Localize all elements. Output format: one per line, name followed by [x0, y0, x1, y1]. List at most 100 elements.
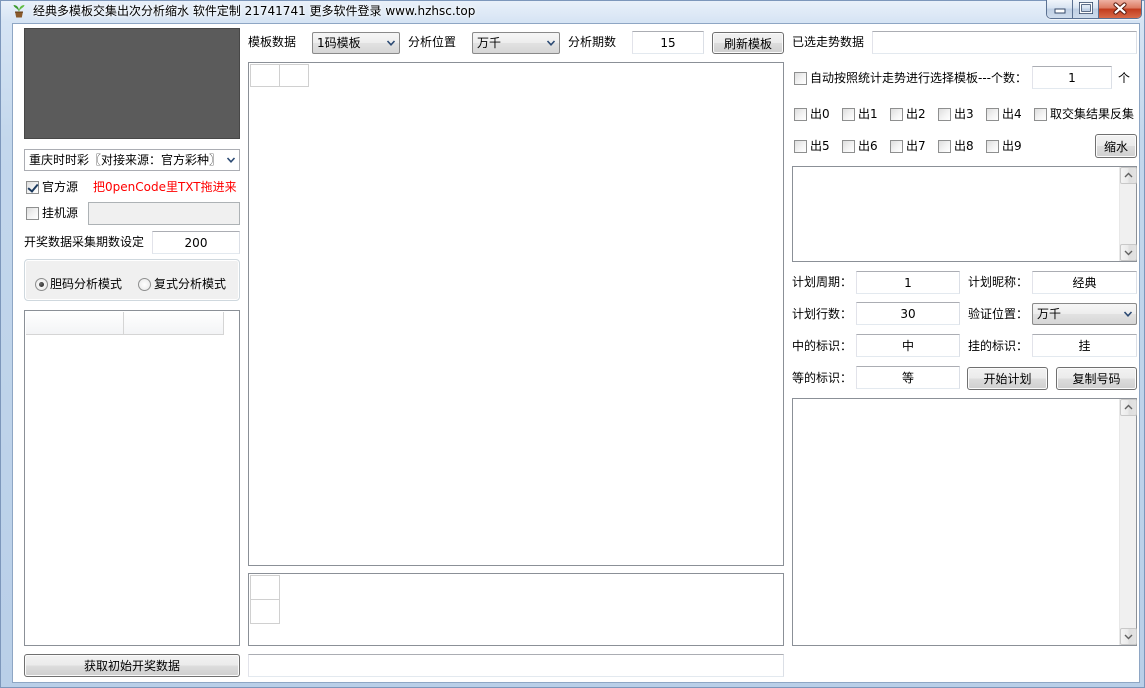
app-icon[interactable]: [11, 3, 27, 19]
grid-corner-header[interactable]: [250, 64, 280, 87]
out-7-checkbox[interactable]: [890, 140, 903, 153]
minimize-button[interactable]: [1047, 0, 1073, 18]
copy-numbers-button[interactable]: 复制号码: [1056, 367, 1137, 390]
wait-mark-label: 等的标识：: [792, 371, 853, 385]
shrink-button[interactable]: 缩水: [1095, 134, 1137, 158]
official-source-label[interactable]: 官方源: [42, 179, 78, 195]
out-1-checkbox[interactable]: [842, 108, 855, 121]
client-area: 重庆时时彩〖对接来源：官方彩种〗 官方源 把0penCode里TXT拖进来 挂机…: [12, 23, 1140, 683]
out-6-checkbox[interactable]: [842, 140, 855, 153]
template-data-grid[interactable]: [248, 62, 784, 566]
auto-select-checkbox[interactable]: [794, 72, 807, 85]
lottery-source-value: 重庆时时彩〖对接来源：官方彩种〗: [29, 153, 222, 167]
mode-banker-label[interactable]: 胆码分析模式: [50, 276, 122, 292]
miss-mark-input[interactable]: [1032, 334, 1137, 357]
out-4-label[interactable]: 出4: [1002, 106, 1022, 122]
mode-banker-radio[interactable]: [35, 278, 48, 291]
position-label: 分析位置: [408, 35, 457, 49]
template-select-value: 1码模板: [317, 36, 361, 50]
plan-cycle-label: 计划周期：: [792, 275, 853, 289]
collect-periods-input[interactable]: [152, 231, 240, 254]
chevron-up-icon: [1124, 172, 1133, 178]
auto-select-count-input[interactable]: [1032, 66, 1112, 89]
plan-cycle-input[interactable]: [856, 271, 960, 294]
out-8-checkbox[interactable]: [938, 140, 951, 153]
start-plan-button[interactable]: 开始计划: [967, 367, 1048, 390]
verify-position-select[interactable]: 万千: [1032, 303, 1137, 325]
out-5-label[interactable]: 出5: [810, 138, 830, 154]
wait-mark-input[interactable]: [856, 366, 960, 389]
result-grid[interactable]: [248, 573, 784, 646]
vertical-scrollbar[interactable]: [1119, 167, 1137, 261]
hang-source-label[interactable]: 挂机源: [42, 205, 78, 221]
miss-mark-label: 挂的标识：: [968, 339, 1029, 353]
hang-source-input[interactable]: [88, 202, 240, 225]
plan-nickname-input[interactable]: [1032, 271, 1137, 294]
preview-panel: [24, 28, 240, 139]
position-select[interactable]: 万千: [472, 32, 560, 54]
out-8-label[interactable]: 出8: [954, 138, 974, 154]
fetch-draw-data-button[interactable]: 获取初始开奖数据: [24, 654, 240, 677]
periods-input[interactable]: [632, 31, 704, 54]
out-0-label[interactable]: 出0: [810, 106, 830, 122]
grid-row-header[interactable]: [250, 575, 280, 600]
scroll-up-button[interactable]: [1120, 399, 1137, 416]
refresh-template-button[interactable]: 刷新模板: [712, 32, 784, 54]
out-0-checkbox[interactable]: [794, 108, 807, 121]
out-2-checkbox[interactable]: [890, 108, 903, 121]
shrink-result-textbox[interactable]: [792, 166, 1137, 262]
out-2-label[interactable]: 出2: [906, 106, 926, 122]
maximize-button[interactable]: [1073, 0, 1099, 18]
out-1-label[interactable]: 出1: [858, 106, 878, 122]
draw-results-list[interactable]: [24, 310, 240, 646]
collect-periods-label: 开奖数据采集期数设定: [24, 235, 145, 249]
invert-result-checkbox[interactable]: [1034, 108, 1047, 121]
chevron-down-icon: [546, 40, 556, 46]
analysis-mode-group: 胆码分析模式 复式分析模式: [24, 259, 240, 301]
verify-position-value: 万千: [1037, 307, 1062, 321]
chevron-down-icon: [386, 40, 396, 46]
chevron-down-icon: [1124, 250, 1133, 256]
out-4-checkbox[interactable]: [986, 108, 999, 121]
out-3-checkbox[interactable]: [938, 108, 951, 121]
hit-mark-input[interactable]: [856, 334, 960, 357]
vertical-scrollbar[interactable]: [1119, 399, 1137, 645]
verify-position-label: 验证位置：: [968, 307, 1029, 321]
close-button[interactable]: [1099, 0, 1141, 18]
out-9-label[interactable]: 出9: [1002, 138, 1022, 154]
scroll-down-button[interactable]: [1120, 628, 1137, 645]
grid-row-header[interactable]: [250, 599, 280, 624]
title-bar[interactable]: 经典多模板交集出次分析缩水 软件定制 21741741 更多软件登录 www.h…: [0, 0, 1145, 23]
mode-compound-label[interactable]: 复式分析模式: [154, 276, 226, 292]
template-select[interactable]: 1码模板: [312, 32, 400, 54]
out-6-label[interactable]: 出6: [858, 138, 878, 154]
out-9-checkbox[interactable]: [986, 140, 999, 153]
scroll-up-button[interactable]: [1120, 167, 1137, 184]
app-window: 经典多模板交集出次分析缩水 软件定制 21741741 更多软件登录 www.h…: [0, 0, 1145, 688]
out-3-label[interactable]: 出3: [954, 106, 974, 122]
auto-select-label[interactable]: 自动按照统计走势进行选择模板---个数：: [810, 70, 1027, 86]
hang-source-checkbox[interactable]: [26, 207, 39, 220]
out-7-label[interactable]: 出7: [906, 138, 926, 154]
plan-rows-input[interactable]: [856, 302, 960, 325]
out-5-checkbox[interactable]: [794, 140, 807, 153]
lottery-source-select[interactable]: 重庆时时彩〖对接来源：官方彩种〗: [24, 149, 240, 171]
scroll-down-button[interactable]: [1120, 244, 1137, 261]
list-column-header[interactable]: [26, 312, 124, 335]
auto-select-unit: 个: [1118, 71, 1131, 85]
mode-compound-radio[interactable]: [138, 278, 151, 291]
grid-column-header[interactable]: [279, 64, 309, 87]
invert-result-label[interactable]: 取交集结果反集: [1050, 106, 1134, 122]
plan-nickname-label: 计划昵称：: [968, 275, 1029, 289]
list-column-header[interactable]: [124, 312, 224, 335]
status-input[interactable]: [248, 654, 784, 677]
chevron-down-icon: [1124, 634, 1133, 640]
plan-output-textbox[interactable]: [792, 398, 1137, 646]
chevron-up-icon: [1124, 404, 1133, 410]
close-icon: [1113, 2, 1127, 15]
selected-trend-input[interactable]: [872, 31, 1137, 54]
template-label: 模板数据: [248, 35, 297, 49]
chevron-down-icon: [1123, 311, 1133, 317]
official-source-checkbox[interactable]: [26, 181, 39, 194]
minimize-icon: [1054, 8, 1066, 14]
